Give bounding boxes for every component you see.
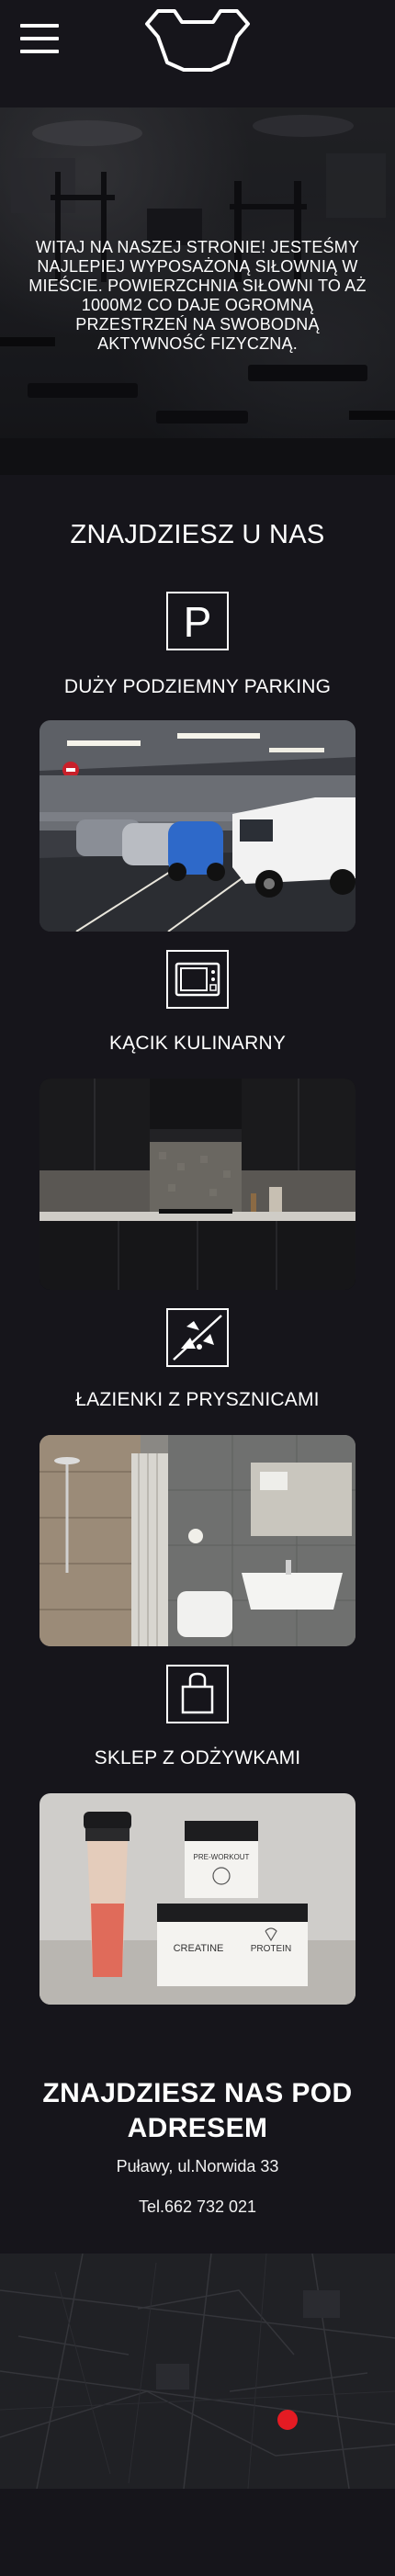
hero-banner: Witaj na naszej stronie! Jesteśmy najlep… (0, 107, 395, 475)
address-heading: Znajdziesz nas pod adresem (42, 2078, 353, 2143)
gym-logo-icon[interactable] (140, 6, 255, 77)
address-street: Puławy, ul.Norwida 33 (116, 2157, 279, 2175)
svg-text:PRE-WORKOUT: PRE-WORKOUT (194, 1853, 250, 1861)
supplements-photo: PRE-WORKOUT CREATINE PROTEIN (40, 1793, 356, 2005)
location-map[interactable] (0, 2254, 395, 2489)
shower-icon (166, 1308, 229, 1367)
hamburger-menu-icon[interactable] (20, 24, 59, 53)
features-heading: ZNAJDZIESZ U NAS (70, 520, 325, 549)
page-footer (0, 2489, 395, 2576)
bathroom-photo (40, 1435, 356, 1646)
parking-photo (40, 720, 356, 932)
svg-text:P: P (184, 598, 212, 646)
address-phone[interactable]: Tel.662 732 021 (0, 2198, 395, 2217)
shopping-bag-icon (166, 1665, 229, 1723)
svg-text:PROTEIN: PROTEIN (251, 1944, 291, 1954)
hero-welcome-text: Witaj na naszej stronie! Jesteśmy najlep… (28, 238, 367, 353)
microwave-icon (166, 950, 229, 1009)
map-pin-icon[interactable] (277, 2410, 298, 2430)
parking-icon: P (166, 592, 229, 650)
site-header (0, 0, 395, 107)
kitchen-photo (40, 1079, 356, 1290)
feature-label-kitchen: Kącik kulinarny (108, 1033, 287, 1054)
feature-label-shop: Sklep z odżywkami (94, 1747, 301, 1768)
feature-label-parking: Duży podziemny parking (63, 676, 332, 697)
svg-text:CREATINE: CREATINE (174, 1943, 224, 1954)
feature-label-bathroom: Łazienki z prysznicami (75, 1389, 320, 1410)
